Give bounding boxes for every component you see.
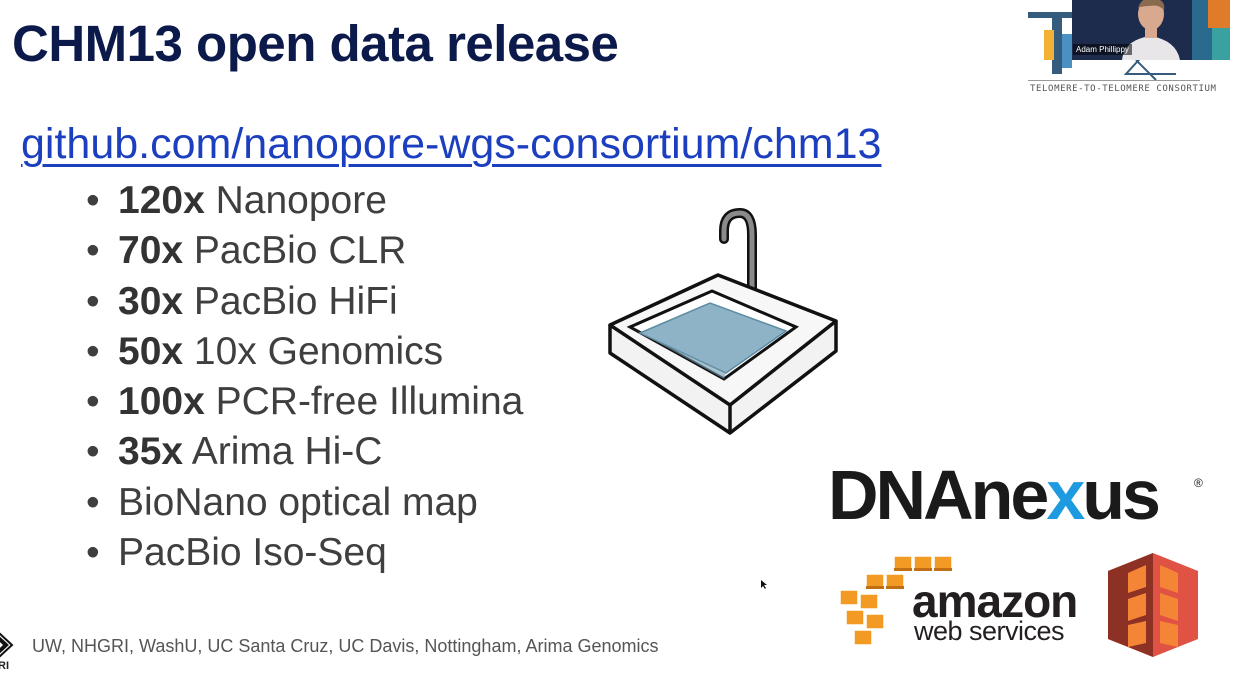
mouse-cursor-icon xyxy=(761,580,767,589)
bullet-dot: • xyxy=(86,179,100,222)
sink-icon xyxy=(608,207,838,435)
data-list: • 120x Nanopore • 70x PacBio CLR • 30x PacB… xyxy=(86,176,523,578)
coverage-value: 30x xyxy=(118,279,184,323)
coverage-value: 100x xyxy=(118,380,205,424)
side-logo-text: RI xyxy=(0,660,9,672)
slide: CHM13 open data release github.com/nanop… xyxy=(0,0,1241,686)
list-item: • 50x 10x Genomics xyxy=(86,327,523,377)
data-type: 10x Genomics xyxy=(183,329,444,373)
bullet-dot: • xyxy=(86,531,100,575)
dnanexus-text-a: DNAne xyxy=(828,456,1049,534)
s3-bucket-icon xyxy=(1108,553,1198,657)
github-link[interactable]: github.com/nanopore-wgs-consortium/chm13 xyxy=(21,120,881,169)
data-type: Arima Hi-C xyxy=(183,430,383,474)
data-type: PCR-free Illumina xyxy=(204,380,524,424)
t2t-caption: TELOMERE-TO-TELOMERE CONSORTIUM xyxy=(1030,84,1217,94)
list-item: • 100x PCR-free Illumina xyxy=(86,377,523,427)
coverage-value: 70x xyxy=(118,229,184,273)
bullet-dot: • xyxy=(86,229,100,273)
bullet-dot: • xyxy=(86,430,100,474)
list-item: • 35x Arima Hi-C xyxy=(86,427,523,477)
bullet-dot: • xyxy=(86,329,100,373)
data-type: PacBio HiFi xyxy=(183,279,398,323)
data-type: PacBio Iso-Seq xyxy=(118,531,387,575)
acknowledgements: UW, NHGRI, WashU, UC Santa Cruz, UC Davi… xyxy=(32,636,659,656)
list-item: • 70x PacBio CLR xyxy=(86,226,523,276)
aws-webservices-text: web services xyxy=(914,616,1065,646)
participant-name: Adam Phillippy xyxy=(1073,44,1132,55)
list-item: • BioNano optical map xyxy=(86,478,523,528)
dnanexus-logo: DNAnexus xyxy=(828,455,1161,535)
list-item: • 120x Nanopore xyxy=(86,176,523,226)
coverage-value: 50x xyxy=(118,329,184,373)
data-type: Nanopore xyxy=(204,179,387,222)
bullet-dot: • xyxy=(86,480,100,524)
data-type: BioNano optical map xyxy=(118,480,478,524)
coverage-value: 35x xyxy=(118,430,184,474)
dnanexus-x: x xyxy=(1046,456,1085,534)
nhgri-logo xyxy=(0,632,14,658)
coverage-value: 120x xyxy=(118,179,205,222)
bullet-dot: • xyxy=(86,380,100,424)
registered-mark: ® xyxy=(1194,476,1203,490)
list-item: • 30x PacBio HiFi xyxy=(86,277,523,327)
dnanexus-text-b: us xyxy=(1082,456,1161,534)
list-item: • PacBio Iso-Seq xyxy=(86,528,523,578)
bullet-dot: • xyxy=(86,279,100,323)
data-type: PacBio CLR xyxy=(183,229,407,273)
slide-title: CHM13 open data release xyxy=(12,15,619,72)
